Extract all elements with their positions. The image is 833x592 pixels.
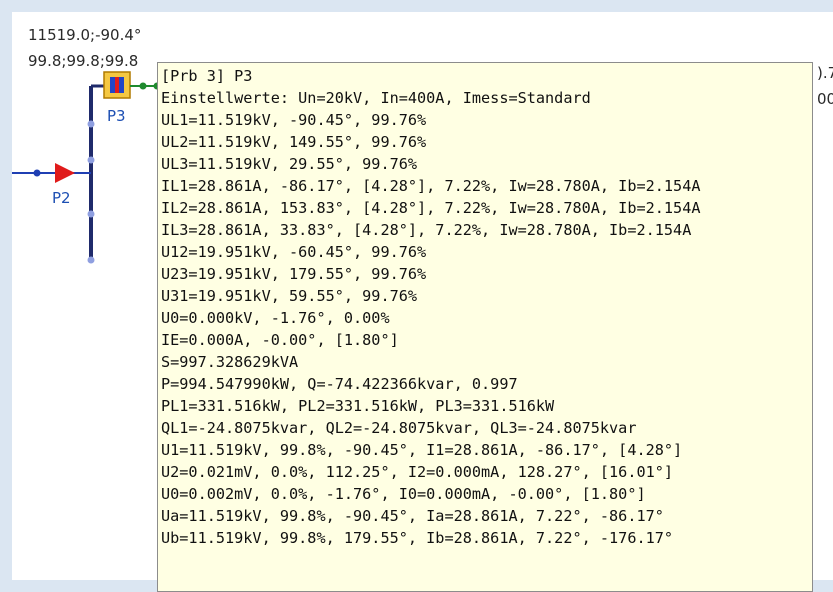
result-label-right-1: ).7 <box>817 64 833 82</box>
result-label-percent: 99.8;99.8;99.8 <box>28 52 139 70</box>
feeder-node[interactable] <box>33 169 41 177</box>
tooltip-line: IL2=28.861A, 153.83°, [4.28°], 7.22%, Iw… <box>161 199 701 217</box>
tooltip-line: P=994.547990kW, Q=-74.422366kvar, 0.997 <box>161 375 518 393</box>
tooltip-line: Ub=11.519kV, 99.8%, 179.55°, Ib=28.861A,… <box>161 529 674 547</box>
tooltip-line: IE=0.000A, -0.00°, [1.80°] <box>161 331 399 349</box>
tooltip-line: U0=0.002mV, 0.0%, -1.76°, I0=0.000mA, -0… <box>161 485 646 503</box>
tooltip-line: U23=19.951kV, 179.55°, 99.76% <box>161 265 427 283</box>
tooltip-line: Ua=11.519kV, 99.8%, -90.45°, Ia=28.861A,… <box>161 507 664 525</box>
tooltip-line: U12=19.951kV, -60.45°, 99.76% <box>161 243 427 261</box>
device-output-node[interactable] <box>139 82 147 90</box>
tooltip-line: PL1=331.516kW, PL2=331.516kW, PL3=331.51… <box>161 397 555 415</box>
tooltip-line: U31=19.951kV, 59.55°, 99.76% <box>161 287 418 305</box>
bus-node[interactable] <box>87 210 95 218</box>
device-p3-label[interactable]: P3 <box>107 107 126 125</box>
flow-arrow-icon <box>55 163 75 183</box>
tooltip-line: UL1=11.519kV, -90.45°, 99.76% <box>161 111 427 129</box>
tooltip-line: QL1=-24.8075kvar, QL2=-24.8075kvar, QL3=… <box>161 419 637 437</box>
tooltip-line: Einstellwerte: Un=20kV, In=400A, Imess=S… <box>161 89 591 107</box>
tooltip-line: S=997.328629kVA <box>161 353 299 371</box>
measurement-tooltip: [Prb 3] P3 Einstellwerte: Un=20kV, In=400… <box>157 62 813 592</box>
result-label-right-2: 00 <box>817 90 833 108</box>
bus-node[interactable] <box>87 256 95 264</box>
bus-node[interactable] <box>87 156 95 164</box>
tooltip-line: U1=11.519kV, 99.8%, -90.45°, I1=28.861A,… <box>161 441 683 459</box>
tooltip-line: IL3=28.861A, 33.83°, [4.28°], 7.22%, Iw=… <box>161 221 692 239</box>
bus-node[interactable] <box>87 120 95 128</box>
tooltip-line: U2=0.021mV, 0.0%, 112.25°, I2=0.000mA, 1… <box>161 463 674 481</box>
tooltip-line: [Prb 3] P3 <box>161 67 253 85</box>
tooltip-line: IL1=28.861A, -86.17°, [4.28°], 7.22%, Iw… <box>161 177 701 195</box>
tooltip-line: UL3=11.519kV, 29.55°, 99.76% <box>161 155 418 173</box>
device-p3-marker <box>115 77 119 93</box>
result-label-top: 11519.0;-90.4° <box>28 26 142 44</box>
tooltip-line: U0=0.000kV, -1.76°, 0.00% <box>161 309 390 327</box>
tooltip-line: UL2=11.519kV, 149.55°, 99.76% <box>161 133 427 151</box>
device-p2-label[interactable]: P2 <box>52 189 71 207</box>
